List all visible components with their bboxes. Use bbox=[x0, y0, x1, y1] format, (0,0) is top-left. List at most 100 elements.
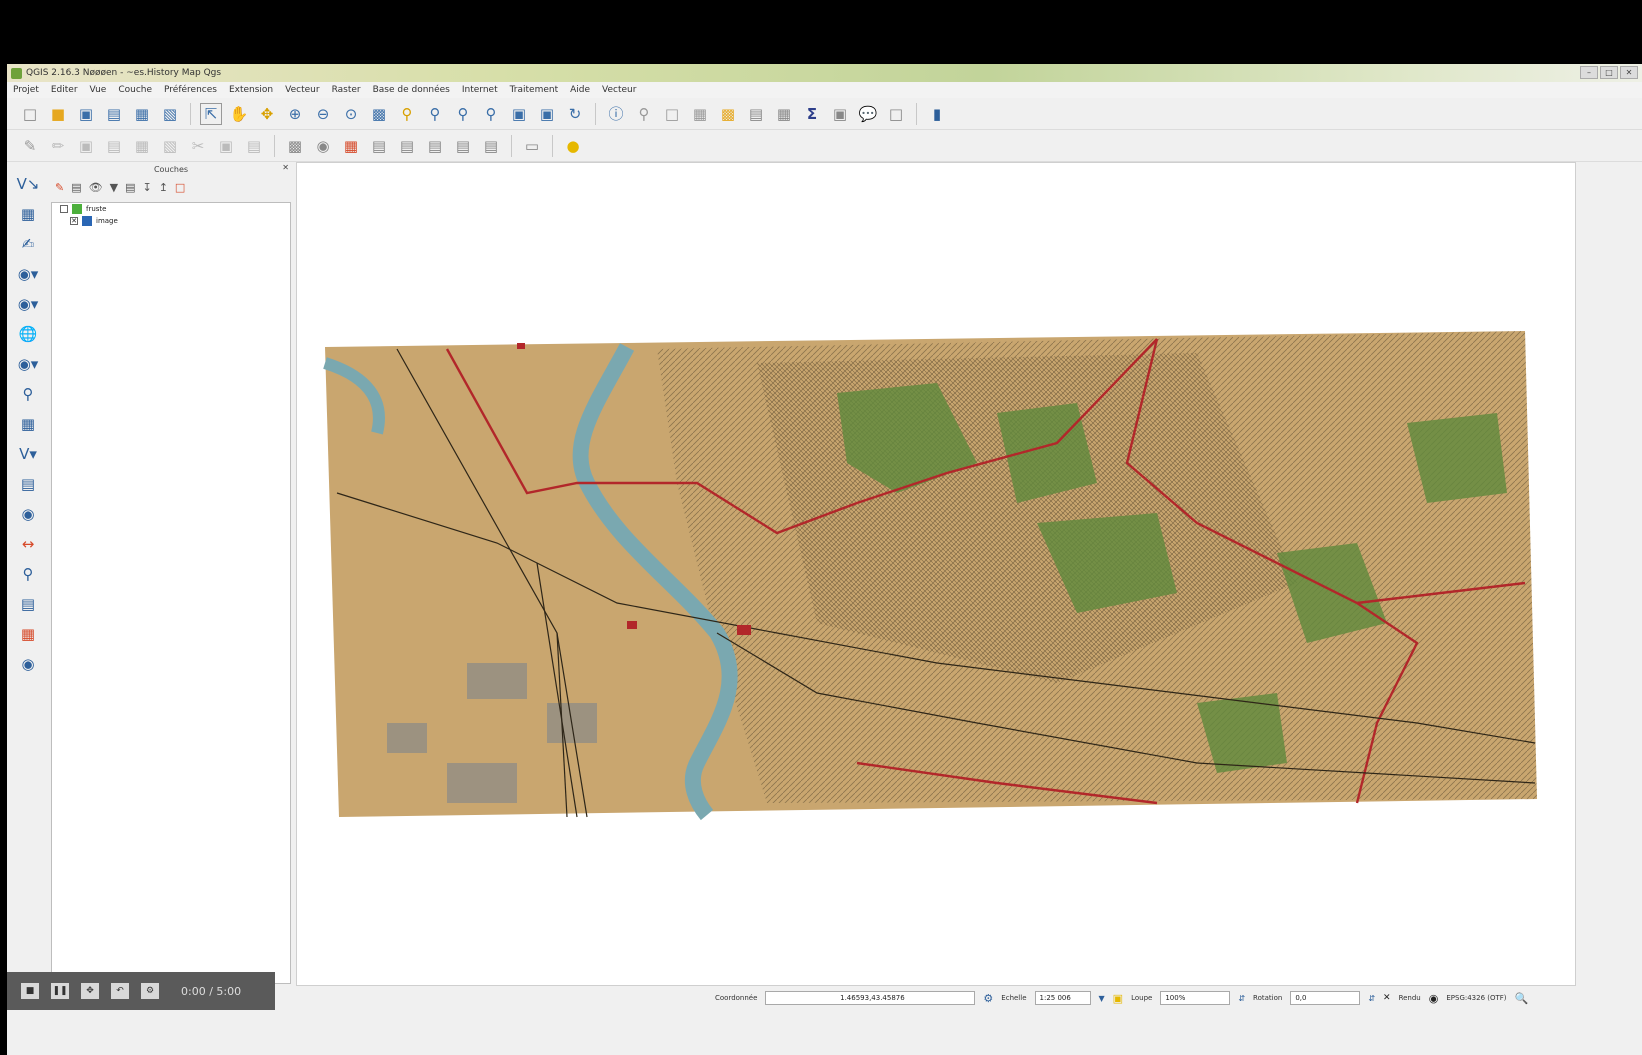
rotation-spinner-icon[interactable]: ⇵ bbox=[1368, 994, 1375, 1003]
layer-item[interactable]: fruste bbox=[52, 203, 290, 215]
annotation-icon[interactable]: 💬 bbox=[857, 103, 879, 125]
gps-tool-icon[interactable]: ▤ bbox=[15, 592, 41, 616]
manage-map-themes-icon[interactable]: 👁 bbox=[89, 181, 103, 194]
select-features-icon[interactable]: ⚲ bbox=[633, 103, 655, 125]
add-wfs-icon[interactable]: ⚲ bbox=[15, 382, 41, 406]
map-tips-dropdown-icon[interactable]: □ bbox=[885, 103, 907, 125]
remove-layer-icon[interactable]: □ bbox=[175, 181, 185, 194]
add-feature-icon[interactable]: ▤ bbox=[103, 135, 125, 157]
magnifier-field[interactable]: 100% bbox=[1160, 991, 1231, 1005]
lock-scale-icon[interactable]: ▣ bbox=[1113, 992, 1123, 1005]
collapse-all-icon[interactable]: ↥ bbox=[159, 181, 168, 194]
expand-all-icon[interactable]: ↧ bbox=[142, 181, 151, 194]
rotate-label-icon[interactable]: ▤ bbox=[452, 135, 474, 157]
new-bookmark-icon[interactable]: ▣ bbox=[536, 103, 558, 125]
edit-pencil-icon[interactable]: ✎ bbox=[19, 135, 41, 157]
map-canvas[interactable] bbox=[296, 162, 1576, 986]
scale-dropdown-icon[interactable]: ▼ bbox=[1099, 994, 1105, 1003]
add-group-icon[interactable]: ▤ bbox=[71, 181, 81, 194]
add-gps-icon[interactable]: ⚲ bbox=[15, 562, 41, 586]
statistics-icon[interactable]: ▤ bbox=[745, 103, 767, 125]
diagram-icon[interactable]: ▤ bbox=[396, 135, 418, 157]
menu-aide[interactable]: Aide bbox=[570, 85, 590, 95]
pan-icon[interactable]: ✋ bbox=[228, 103, 250, 125]
rotation-field[interactable]: 0,0 bbox=[1290, 991, 1361, 1005]
label-icon[interactable]: ▩ bbox=[284, 135, 306, 157]
stop-button[interactable]: ■ bbox=[21, 983, 39, 999]
georeferencer-icon[interactable]: ▦ bbox=[15, 622, 41, 646]
pan-to-selection-icon[interactable]: ⇱ bbox=[200, 102, 222, 125]
add-wcs-icon[interactable]: ◉▾ bbox=[15, 352, 41, 376]
zoom-last-icon[interactable]: ⚲ bbox=[424, 103, 446, 125]
python-icon[interactable]: ● bbox=[562, 135, 584, 157]
save-edits-icon[interactable]: ▣ bbox=[75, 135, 97, 157]
composer-manager-icon[interactable]: ▧ bbox=[159, 103, 181, 125]
render-checkbox[interactable]: ✕ bbox=[1383, 993, 1391, 1003]
menu-preferences[interactable]: Préférences bbox=[164, 85, 217, 95]
close-window-button[interactable]: ✕ bbox=[1620, 66, 1638, 79]
add-postgis-icon[interactable]: ◉▾ bbox=[15, 292, 41, 316]
layer-visibility-checkbox[interactable]: ✕ bbox=[70, 217, 78, 225]
menu-vecteur-2[interactable]: Vecteur bbox=[602, 85, 636, 95]
digitize-icon[interactable]: ↔ bbox=[15, 532, 41, 556]
crs-label[interactable]: EPSG:4326 (OTF) bbox=[1446, 994, 1506, 1002]
toggle-editing-icon[interactable]: ✏ bbox=[47, 135, 69, 157]
pan-map-icon[interactable]: ✥ bbox=[256, 103, 278, 125]
identify-icon[interactable]: ⓘ bbox=[605, 103, 627, 125]
save-project-icon[interactable]: ▣ bbox=[75, 103, 97, 125]
add-mssql-icon[interactable]: ▦ bbox=[15, 412, 41, 436]
zoom-layer-icon[interactable]: ▩ bbox=[368, 103, 390, 125]
layer-visibility-checkbox[interactable] bbox=[60, 205, 68, 213]
zoom-full-icon[interactable]: ⊙ bbox=[340, 103, 362, 125]
coordinate-field[interactable]: 1.46593,43.45876 bbox=[765, 991, 976, 1005]
add-vector-layer-icon[interactable]: V↘ bbox=[15, 172, 41, 196]
extent-toggle-icon[interactable]: ⚙ bbox=[983, 992, 993, 1005]
maximize-button[interactable]: □ bbox=[1600, 66, 1618, 79]
zoom-selection-icon[interactable]: ⚲ bbox=[396, 103, 418, 125]
rewind-button[interactable]: ↶ bbox=[111, 983, 129, 999]
menu-vue[interactable]: Vue bbox=[90, 85, 107, 95]
help-icon[interactable]: ▮ bbox=[926, 103, 948, 125]
sum-icon[interactable]: Σ bbox=[801, 103, 823, 125]
filter-expression-icon[interactable]: ▤ bbox=[125, 181, 135, 194]
deselect-icon[interactable]: □ bbox=[661, 103, 683, 125]
measure-icon[interactable]: ▦ bbox=[689, 103, 711, 125]
map-tips-icon[interactable]: ▭ bbox=[521, 135, 543, 157]
menu-couche[interactable]: Couche bbox=[118, 85, 152, 95]
menu-extension[interactable]: Extension bbox=[229, 85, 273, 95]
field-calculator-icon[interactable]: ▦ bbox=[773, 103, 795, 125]
layer-item[interactable]: ✕ image bbox=[52, 215, 290, 227]
new-print-composer-icon[interactable]: ▦ bbox=[131, 103, 153, 125]
filter-legend-icon[interactable]: ▼ bbox=[110, 181, 118, 194]
pause-button[interactable]: ❚❚ bbox=[51, 983, 69, 999]
refresh-icon[interactable]: ↻ bbox=[564, 103, 586, 125]
new-map-view-icon[interactable]: ▣ bbox=[508, 103, 530, 125]
save-as-icon[interactable]: ▤ bbox=[103, 103, 125, 125]
delete-icon[interactable]: ▧ bbox=[159, 135, 181, 157]
cut-icon[interactable]: ✂ bbox=[187, 135, 209, 157]
copy-icon[interactable]: ▣ bbox=[215, 135, 237, 157]
layers-panel-close-button[interactable]: ✕ bbox=[282, 163, 289, 172]
menu-vecteur[interactable]: Vecteur bbox=[285, 85, 319, 95]
magnifier-spinner-icon[interactable]: ⇵ bbox=[1238, 994, 1245, 1003]
crs-globe-icon[interactable]: ◉ bbox=[1429, 992, 1439, 1005]
pin-icon[interactable]: ◉ bbox=[312, 135, 334, 157]
paste-icon[interactable]: ▤ bbox=[243, 135, 265, 157]
move-label-icon[interactable]: ▤ bbox=[424, 135, 446, 157]
attribute-table-icon[interactable]: ▩ bbox=[717, 103, 739, 125]
add-wms-icon[interactable]: 🌐 bbox=[15, 322, 41, 346]
new-shapefile-icon[interactable]: ▤ bbox=[15, 472, 41, 496]
menu-internet[interactable]: Internet bbox=[462, 85, 498, 95]
settings-button[interactable]: ⚙ bbox=[141, 983, 159, 999]
plugins-icon[interactable]: ◉ bbox=[15, 652, 41, 676]
menu-editer[interactable]: Editer bbox=[51, 85, 78, 95]
add-delimited-text-icon[interactable]: ✍ bbox=[15, 232, 41, 256]
raster-icon[interactable]: ▦ bbox=[340, 135, 362, 157]
minimize-button[interactable]: – bbox=[1580, 66, 1598, 79]
zoom-native-icon[interactable]: ⚲ bbox=[480, 103, 502, 125]
zoom-in-icon[interactable]: ⊕ bbox=[284, 103, 306, 125]
add-virtual-layer-icon[interactable]: V▾ bbox=[15, 442, 41, 466]
new-project-icon[interactable]: □ bbox=[19, 103, 41, 125]
scale-field[interactable]: 1:25 006 bbox=[1034, 991, 1091, 1005]
layer-style-icon[interactable]: ✎ bbox=[55, 181, 64, 194]
